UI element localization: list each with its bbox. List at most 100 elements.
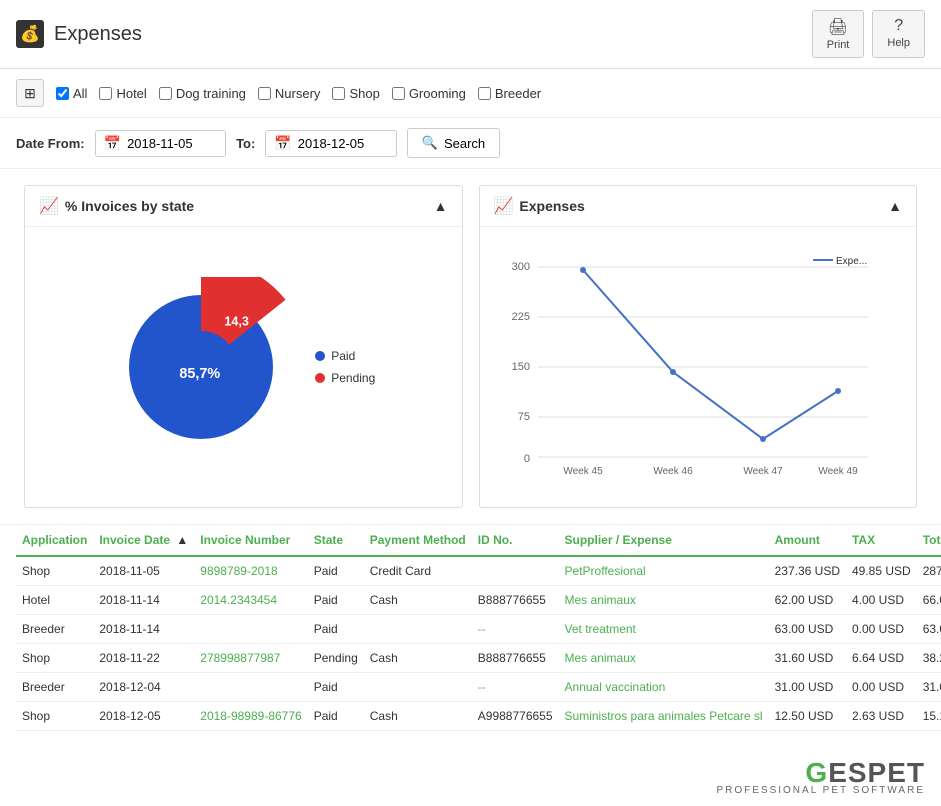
cell-id-no: B888776655 (472, 644, 559, 673)
table-section: Application Invoice Date ▲ Invoice Numbe… (0, 525, 941, 747)
y-label-150: 150 (511, 361, 529, 373)
cell-total: 15.13 USD (917, 702, 941, 731)
grid-view-button[interactable]: ⊞ (16, 79, 44, 107)
filter-all-checkbox[interactable] (56, 87, 69, 100)
id-dash: -- (478, 622, 486, 636)
filter-grooming[interactable]: Grooming (392, 86, 466, 101)
filter-hotel-checkbox[interactable] (99, 87, 112, 100)
table-row: Shop 2018-11-22 278998877987 Pending Cas… (16, 644, 941, 673)
filter-all[interactable]: All (56, 86, 87, 101)
filter-nursery-checkbox[interactable] (258, 87, 271, 100)
print-button[interactable]: 🖨 Print (812, 10, 865, 58)
cell-payment-method: Credit Card (364, 556, 472, 586)
col-state: State (308, 525, 364, 556)
legend-pending-dot (315, 373, 325, 383)
cell-application: Hotel (16, 586, 93, 615)
data-point-w46 (670, 369, 676, 375)
data-point-w49 (835, 388, 841, 394)
date-from-wrapper: 📅 (95, 130, 226, 157)
cell-tax: 6.64 USD (846, 644, 917, 673)
pie-area: 85,7% 14,3 Paid Pending (111, 277, 375, 457)
supplier-link[interactable]: Suministros para animales Petcare sl (565, 709, 763, 723)
pie-pending-pct-label: 14,3 (225, 315, 250, 329)
col-supplier: Supplier / Expense (559, 525, 769, 556)
cell-invoice-number: 2014.2343454 (194, 586, 307, 615)
cell-supplier: Mes animaux (559, 644, 769, 673)
filter-dog-training-checkbox[interactable] (159, 87, 172, 100)
table-row: Shop 2018-11-05 9898789-2018 Paid Credit… (16, 556, 941, 586)
line-chart-collapse-icon[interactable]: ▲ (888, 198, 902, 214)
filter-dog-training[interactable]: Dog training (159, 86, 246, 101)
cell-application: Breeder (16, 615, 93, 644)
cell-payment-method (364, 615, 472, 644)
print-label: Print (827, 39, 850, 51)
sort-arrow: ▲ (176, 533, 188, 547)
supplier-link[interactable]: Annual vaccination (565, 680, 666, 694)
col-id-no: ID No. (472, 525, 559, 556)
search-button[interactable]: 🔍 Search (407, 128, 500, 158)
help-button[interactable]: ? Help (872, 10, 925, 58)
table-row: Hotel 2018-11-14 2014.2343454 Paid Cash … (16, 586, 941, 615)
invoice-link[interactable]: 278998877987 (200, 651, 280, 665)
cell-supplier: Annual vaccination (559, 673, 769, 702)
pie-chart-title: % Invoices by state (65, 198, 194, 214)
cell-tax: 2.63 USD (846, 702, 917, 731)
col-application: Application (16, 525, 93, 556)
cell-id-no: B888776655 (472, 586, 559, 615)
filter-grooming-checkbox[interactable] (392, 87, 405, 100)
header-left: 💰 Expenses (16, 20, 142, 48)
date-from-input[interactable] (127, 136, 217, 151)
filter-breeder[interactable]: Breeder (478, 86, 541, 101)
cell-id-no: -- (472, 615, 559, 644)
cell-supplier: Mes animaux (559, 586, 769, 615)
supplier-link[interactable]: PetProffesional (565, 564, 646, 578)
cell-state: Pending (308, 644, 364, 673)
cell-application: Shop (16, 644, 93, 673)
cell-total: 38.24 USD (917, 644, 941, 673)
date-bar: Date From: 📅 To: 📅 🔍 Search (0, 118, 941, 169)
line-chart-polyline (583, 270, 838, 439)
calendar-from-icon: 📅 (104, 135, 121, 152)
table-row: Shop 2018-12-05 2018-98989-86776 Paid Ca… (16, 702, 941, 731)
data-point-w47 (760, 436, 766, 442)
col-invoice-date[interactable]: Invoice Date ▲ (93, 525, 194, 556)
cell-invoice-date: 2018-11-14 (93, 615, 194, 644)
line-chart-title: Expenses (519, 198, 584, 214)
filter-breeder-checkbox[interactable] (478, 87, 491, 100)
col-total: Total amount (917, 525, 941, 556)
invoice-link[interactable]: 9898789-2018 (200, 564, 277, 578)
search-label: Search (444, 136, 485, 151)
calendar-to-icon: 📅 (274, 135, 291, 152)
print-icon: 🖨 (828, 17, 848, 37)
filter-shop-checkbox[interactable] (332, 87, 345, 100)
legend-pending-label: Pending (331, 371, 375, 385)
legend-paid: Paid (315, 349, 375, 363)
pie-legend: Paid Pending (315, 349, 375, 385)
supplier-link[interactable]: Mes animaux (565, 593, 636, 607)
cell-amount: 31.60 USD (769, 644, 846, 673)
cell-total: 287.21 USD (917, 556, 941, 586)
line-chart-header: 📈 Expenses ▲ (480, 186, 917, 227)
invoice-link[interactable]: 2018-98989-86776 (200, 709, 301, 723)
pie-chart-collapse-icon[interactable]: ▲ (434, 198, 448, 214)
supplier-link[interactable]: Mes animaux (565, 651, 636, 665)
page-title: Expenses (54, 23, 142, 46)
filter-hotel[interactable]: Hotel (99, 86, 146, 101)
date-to-input[interactable] (298, 136, 388, 151)
cell-payment-method: Cash (364, 586, 472, 615)
header: 💰 Expenses 🖨 Print ? Help (0, 0, 941, 69)
filter-shop[interactable]: Shop (332, 86, 379, 101)
charts-area: 📈 % Invoices by state ▲ 85,7% 14,3 (0, 169, 941, 525)
date-to-label: To: (236, 136, 255, 151)
line-chart-title-area: 📈 Expenses (494, 196, 585, 216)
invoice-link[interactable]: 2014.2343454 (200, 593, 277, 607)
cell-id-no (472, 556, 559, 586)
filter-nursery[interactable]: Nursery (258, 86, 321, 101)
cell-tax: 49.85 USD (846, 556, 917, 586)
date-to-wrapper: 📅 (265, 130, 396, 157)
supplier-link[interactable]: Vet treatment (565, 622, 636, 636)
legend-paid-label: Paid (331, 349, 355, 363)
cell-invoice-date: 2018-11-22 (93, 644, 194, 673)
cell-amount: 12.50 USD (769, 702, 846, 731)
table-header-row: Application Invoice Date ▲ Invoice Numbe… (16, 525, 941, 556)
